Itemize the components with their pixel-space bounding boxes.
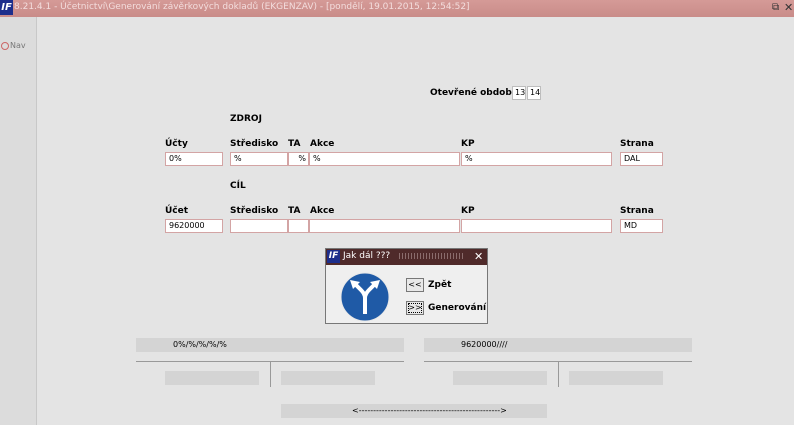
source-accounts-label: Účty [165,139,188,149]
nav-circle-icon [1,41,9,50]
generate-button[interactable]: >> [406,301,424,315]
nav-button[interactable]: Nav [1,41,26,50]
fork-arrow-sign-icon [340,272,390,322]
dialog-title: Jak dál ??? [343,251,391,261]
target-kp-field[interactable] [461,219,612,233]
app-logo-icon: IF [0,0,13,15]
target-account-label: Účet [165,206,189,216]
source-center-label: Středisko [230,139,279,149]
target-ta-label: TA [288,206,301,216]
source-center-field[interactable]: % [230,152,288,166]
bottom-arrow-text: <---------------------------------------… [352,406,507,415]
generate-label: Generování [428,303,487,313]
target-side-field[interactable]: MD [620,219,663,233]
back-button[interactable]: << [406,278,424,292]
source-side-field[interactable]: DAL [620,152,663,166]
target-detail-box-left [453,371,547,385]
source-detail-box-left [165,371,259,385]
target-ta-field[interactable] [288,219,309,233]
source-side-label: Strana [620,139,654,149]
dialog-logo-icon: IF [327,250,340,263]
target-center-label: Středisko [230,206,279,216]
target-detail-box-right [569,371,663,385]
source-ta-field[interactable]: % [288,152,309,166]
period-to-field[interactable]: 14 [527,86,541,100]
left-nav-panel: Nav [0,17,37,425]
source-mask-text: 0%/%/%/%/% [173,340,227,349]
target-action-label: Akce [310,206,335,216]
source-detail-box-right [281,371,375,385]
source-action-field[interactable]: % [309,152,460,166]
target-kp-label: KP [461,206,475,216]
restore-window-icon[interactable]: ⧉ [772,2,779,13]
target-side-label: Strana [620,206,654,216]
target-vertical-divider [558,361,559,387]
dialog-drag-handle[interactable] [399,253,465,259]
source-action-label: Akce [310,139,335,149]
source-kp-field[interactable]: % [461,152,612,166]
target-center-field[interactable] [230,219,288,233]
next-step-dialog: IF Jak dál ??? ✕ << Zpět >> Generování [325,248,488,324]
source-ta-label: TA [288,139,301,149]
source-accounts-field[interactable]: 0% [165,152,223,166]
window-title: 8.21.4.1 - Účetnictví\Generování závěrko… [14,2,470,12]
nav-label: Nav [10,41,26,50]
close-window-icon[interactable]: ✕ [784,1,793,14]
source-vertical-divider [270,361,271,387]
back-label: Zpět [428,280,452,290]
source-section-title: ZDROJ [230,114,262,124]
target-action-field[interactable] [309,219,460,233]
dialog-close-icon[interactable]: ✕ [474,250,483,263]
target-mask-text: 9620000//// [461,340,508,349]
dialog-titlebar: IF Jak dál ??? ✕ [326,249,487,265]
period-from-field[interactable]: 13 [512,86,526,100]
target-section-title: CÍL [230,181,246,191]
target-account-field[interactable]: 9620000 [165,219,223,233]
open-period-label: Otevřené období [430,88,515,98]
window-titlebar: IF 8.21.4.1 - Účetnictví\Generování závě… [0,0,794,17]
source-kp-label: KP [461,139,475,149]
